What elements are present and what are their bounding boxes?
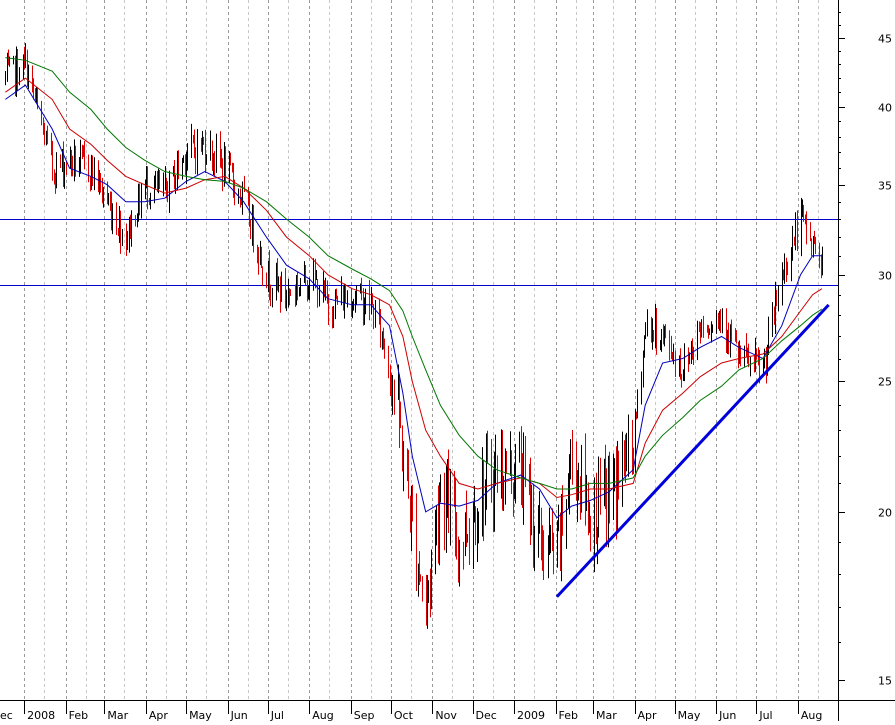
y-tick-label-1: 20 <box>878 507 892 520</box>
x-tick-label-10: Oct <box>394 709 414 721</box>
x-tick-label-0: ec <box>0 709 13 721</box>
x-tick-label-16: Apr <box>638 709 658 721</box>
x-tick-label-20: Aug <box>801 709 822 721</box>
y-tick-label-2: 25 <box>878 376 892 389</box>
y-tick-label-5: 40 <box>878 102 892 115</box>
chart-background <box>0 0 895 721</box>
x-tick-label-9: Sep <box>354 709 375 721</box>
x-tick-label-14: Feb <box>559 709 578 721</box>
x-tick-label-15: Mar <box>596 709 617 721</box>
x-tick-label-13: 2009 <box>517 709 545 721</box>
x-tick-label-1: 2008 <box>27 709 55 721</box>
x-tick-label-8: Aug <box>312 709 333 721</box>
y-tick-label-3: 30 <box>878 270 892 283</box>
x-tick-label-19: Jul <box>758 709 772 721</box>
x-tick-label-4: Apr <box>149 709 169 721</box>
x-tick-label-17: May <box>678 709 701 721</box>
x-tick-label-6: Jun <box>230 709 248 721</box>
x-tick-label-18: Jun <box>718 709 736 721</box>
x-tick-label-7: Jul <box>270 709 284 721</box>
x-tick-label-3: Mar <box>107 709 128 721</box>
x-tick-label-5: May <box>189 709 212 721</box>
y-tick-label-4: 35 <box>878 180 892 193</box>
price-chart: 15 20 25 30 35 40 45 ec 2008 Feb Mar Apr May Jun Jul Au… <box>0 0 895 722</box>
x-tick-label-2: Feb <box>69 709 88 721</box>
y-tick-label-6: 45 <box>878 33 892 46</box>
chart-svg: 15 20 25 30 35 40 45 ec 2008 Feb Mar Apr May Jun Jul Au… <box>0 0 895 722</box>
x-tick-label-12: Dec <box>476 709 497 721</box>
x-tick-label-11: Nov <box>435 709 457 721</box>
y-tick-label-0: 15 <box>878 675 892 688</box>
